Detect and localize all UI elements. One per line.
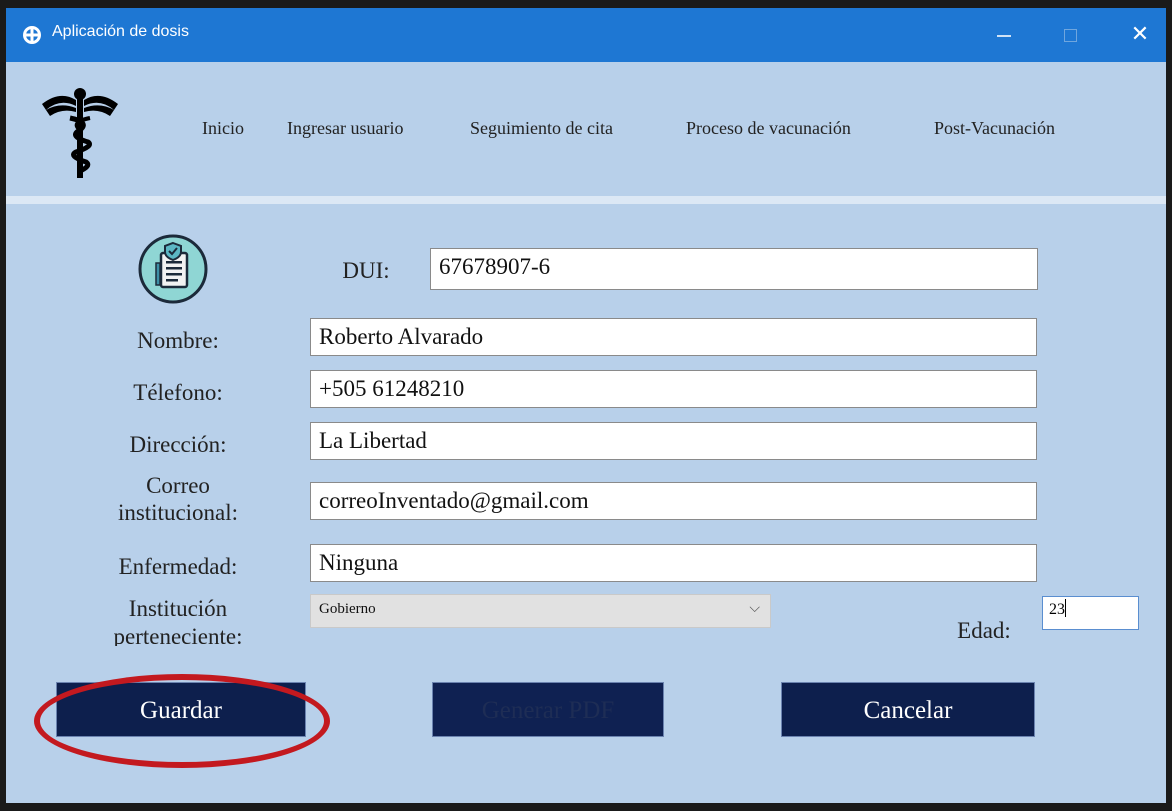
nombre-input[interactable]: Roberto Alvarado	[310, 318, 1037, 356]
generar-pdf-button[interactable]: Generar PDF	[432, 682, 664, 737]
direccion-input[interactable]: La Libertad	[310, 422, 1037, 460]
maximize-icon	[1063, 29, 1077, 42]
header: Inicio Ingresar usuario Seguimiento de c…	[6, 62, 1166, 196]
title-bar: Aplicación de dosis ✕	[6, 8, 1166, 62]
close-icon: ✕	[1130, 22, 1150, 47]
dui-input[interactable]: 67678907-6	[430, 248, 1038, 290]
correo-input[interactable]: correoInventado@gmail.com	[310, 482, 1037, 520]
header-divider	[6, 196, 1166, 204]
enfermedad-input[interactable]: Ninguna	[310, 544, 1037, 582]
direccion-label: Dirección:	[129, 432, 227, 457]
nombre-label: Nombre:	[137, 328, 219, 353]
institucion-label-line2: perteneciente:	[113, 624, 243, 646]
guardar-button[interactable]: Guardar	[56, 682, 306, 737]
window-title: Aplicación de dosis	[52, 23, 189, 40]
text-cursor	[1065, 599, 1066, 617]
correo-label-line2: institucional:	[117, 500, 239, 525]
caduceus-logo	[42, 88, 118, 178]
nav-proceso-de-vacunacion[interactable]: Proceso de vacunación	[686, 118, 851, 139]
nav-post-vacunacion[interactable]: Post-Vacunación	[934, 118, 1055, 139]
app-icon	[23, 26, 41, 44]
cancelar-button[interactable]: Cancelar	[781, 682, 1035, 737]
maximize-button[interactable]	[1050, 20, 1090, 50]
institucion-select[interactable]: Gobierno ⌵	[310, 594, 771, 628]
telefono-label: Télefono:	[133, 380, 223, 405]
dui-label: DUI:	[342, 258, 390, 283]
nav-inicio[interactable]: Inicio	[202, 118, 244, 139]
telefono-input[interactable]: +505 61248210	[310, 370, 1037, 408]
edad-input[interactable]: 23	[1042, 596, 1139, 630]
correo-label-line1: Correo	[146, 473, 210, 498]
nav-seguimiento-de-cita[interactable]: Seguimiento de cita	[470, 118, 613, 139]
chevron-down-icon: ⌵	[749, 600, 760, 616]
app-window: Aplicación de dosis ✕ Inicio Ingresar us…	[6, 8, 1166, 803]
close-button[interactable]: ✕	[1120, 20, 1160, 50]
minimize-icon	[997, 34, 1011, 37]
minimize-button[interactable]	[984, 20, 1024, 50]
institucion-selected-value: Gobierno	[319, 601, 376, 617]
edad-value: 23	[1049, 601, 1065, 618]
enfermedad-label: Enfermedad:	[118, 554, 238, 579]
institucion-label-line1: Institución	[128, 596, 228, 621]
edad-label: Edad:	[957, 618, 1011, 643]
nav-ingresar-usuario[interactable]: Ingresar usuario	[287, 118, 403, 139]
medical-record-icon	[138, 234, 208, 304]
